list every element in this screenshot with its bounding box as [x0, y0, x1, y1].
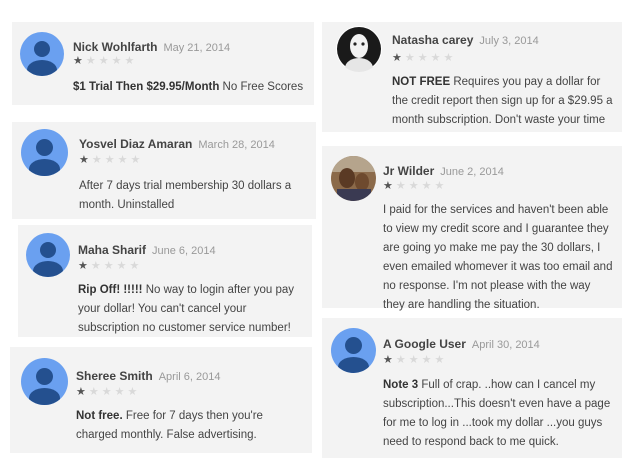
user-photo-avatar — [331, 156, 376, 201]
star-rating: ★★★★★ — [383, 180, 448, 192]
review-text: After 7 days trial membership 30 dollars… — [79, 177, 307, 215]
review-date: June 2, 2014 — [440, 166, 504, 178]
review-author[interactable]: A Google User April 30, 2014 — [383, 337, 540, 351]
default-avatar-icon — [26, 233, 70, 277]
review-body: After 7 days trial membership 30 dollars… — [79, 180, 292, 211]
review-date: July 3, 2014 — [479, 35, 539, 47]
review-card: Yosvel Diaz Amaran March 28, 2014 ★★★★★ A… — [12, 122, 316, 219]
review-title: Not free. — [76, 410, 123, 422]
review-text: I paid for the services and haven't been… — [383, 201, 615, 315]
review-card: Jr Wilder June 2, 2014 ★★★★★ I paid for t… — [322, 146, 622, 311]
review-card: Maha Sharif June 6, 2014 ★★★★★ Rip Off! !… — [18, 225, 312, 337]
review-title: Rip Off! !!!!! — [78, 284, 143, 296]
review-title: $1 Trial Then $29.95/Month — [73, 81, 220, 93]
review-body: No Free Scores — [219, 81, 304, 93]
review-card: Nick Wohlfarth May 21, 2014 ★★★★★ $1 Tria… — [12, 22, 314, 105]
review-text: Not free. Free for 7 days then you're ch… — [76, 407, 306, 445]
star-rating: ★★★★★ — [392, 52, 457, 64]
review-title: Note 3 — [383, 379, 419, 391]
review-date: April 6, 2014 — [158, 371, 221, 383]
star-rating: ★★★★★ — [79, 154, 144, 166]
default-avatar-icon — [20, 32, 64, 76]
review-text: NOT FREE Requires you pay a dollar for t… — [392, 73, 618, 130]
review-text: Note 3 Full of crap. ..how can I cancel … — [383, 376, 611, 452]
default-avatar-icon — [331, 328, 376, 373]
review-author[interactable]: Yosvel Diaz Amaran March 28, 2014 — [79, 137, 275, 151]
star-rating: ★★★★★ — [73, 55, 138, 67]
review-author[interactable]: Nick Wohlfarth May 21, 2014 — [73, 40, 230, 54]
review-text: Rip Off! !!!!! No way to login after you… — [78, 281, 306, 338]
user-photo-avatar — [336, 26, 382, 72]
review-author[interactable]: Natasha carey July 3, 2014 — [392, 33, 539, 47]
review-text: $1 Trial Then $29.95/Month No Free Score… — [73, 78, 309, 97]
review-author[interactable]: Sheree Smith April 6, 2014 — [76, 369, 220, 383]
review-card: A Google User April 30, 2014 ★★★★★ Note 3… — [322, 318, 622, 458]
review-date: June 6, 2014 — [152, 245, 216, 257]
review-date: April 30, 2014 — [471, 339, 540, 351]
review-title: NOT FREE — [392, 76, 451, 88]
review-body: I paid for the services and haven't been… — [383, 204, 613, 311]
review-author[interactable]: Jr Wilder June 2, 2014 — [383, 164, 504, 178]
review-card: Sheree Smith April 6, 2014 ★★★★★ Not free… — [10, 347, 312, 453]
default-avatar-icon — [21, 129, 68, 176]
star-rating: ★★★★★ — [76, 386, 141, 398]
star-rating: ★★★★★ — [383, 354, 448, 366]
review-date: May 21, 2014 — [163, 42, 231, 54]
review-body: Full of crap. ..how can I cancel my subs… — [383, 379, 611, 448]
review-card: Natasha carey July 3, 2014 ★★★★★ NOT FREE… — [322, 22, 622, 132]
star-rating: ★★★★★ — [78, 260, 143, 272]
default-avatar-icon — [21, 358, 68, 405]
review-date: March 28, 2014 — [198, 139, 275, 151]
review-author[interactable]: Maha Sharif June 6, 2014 — [78, 243, 216, 257]
